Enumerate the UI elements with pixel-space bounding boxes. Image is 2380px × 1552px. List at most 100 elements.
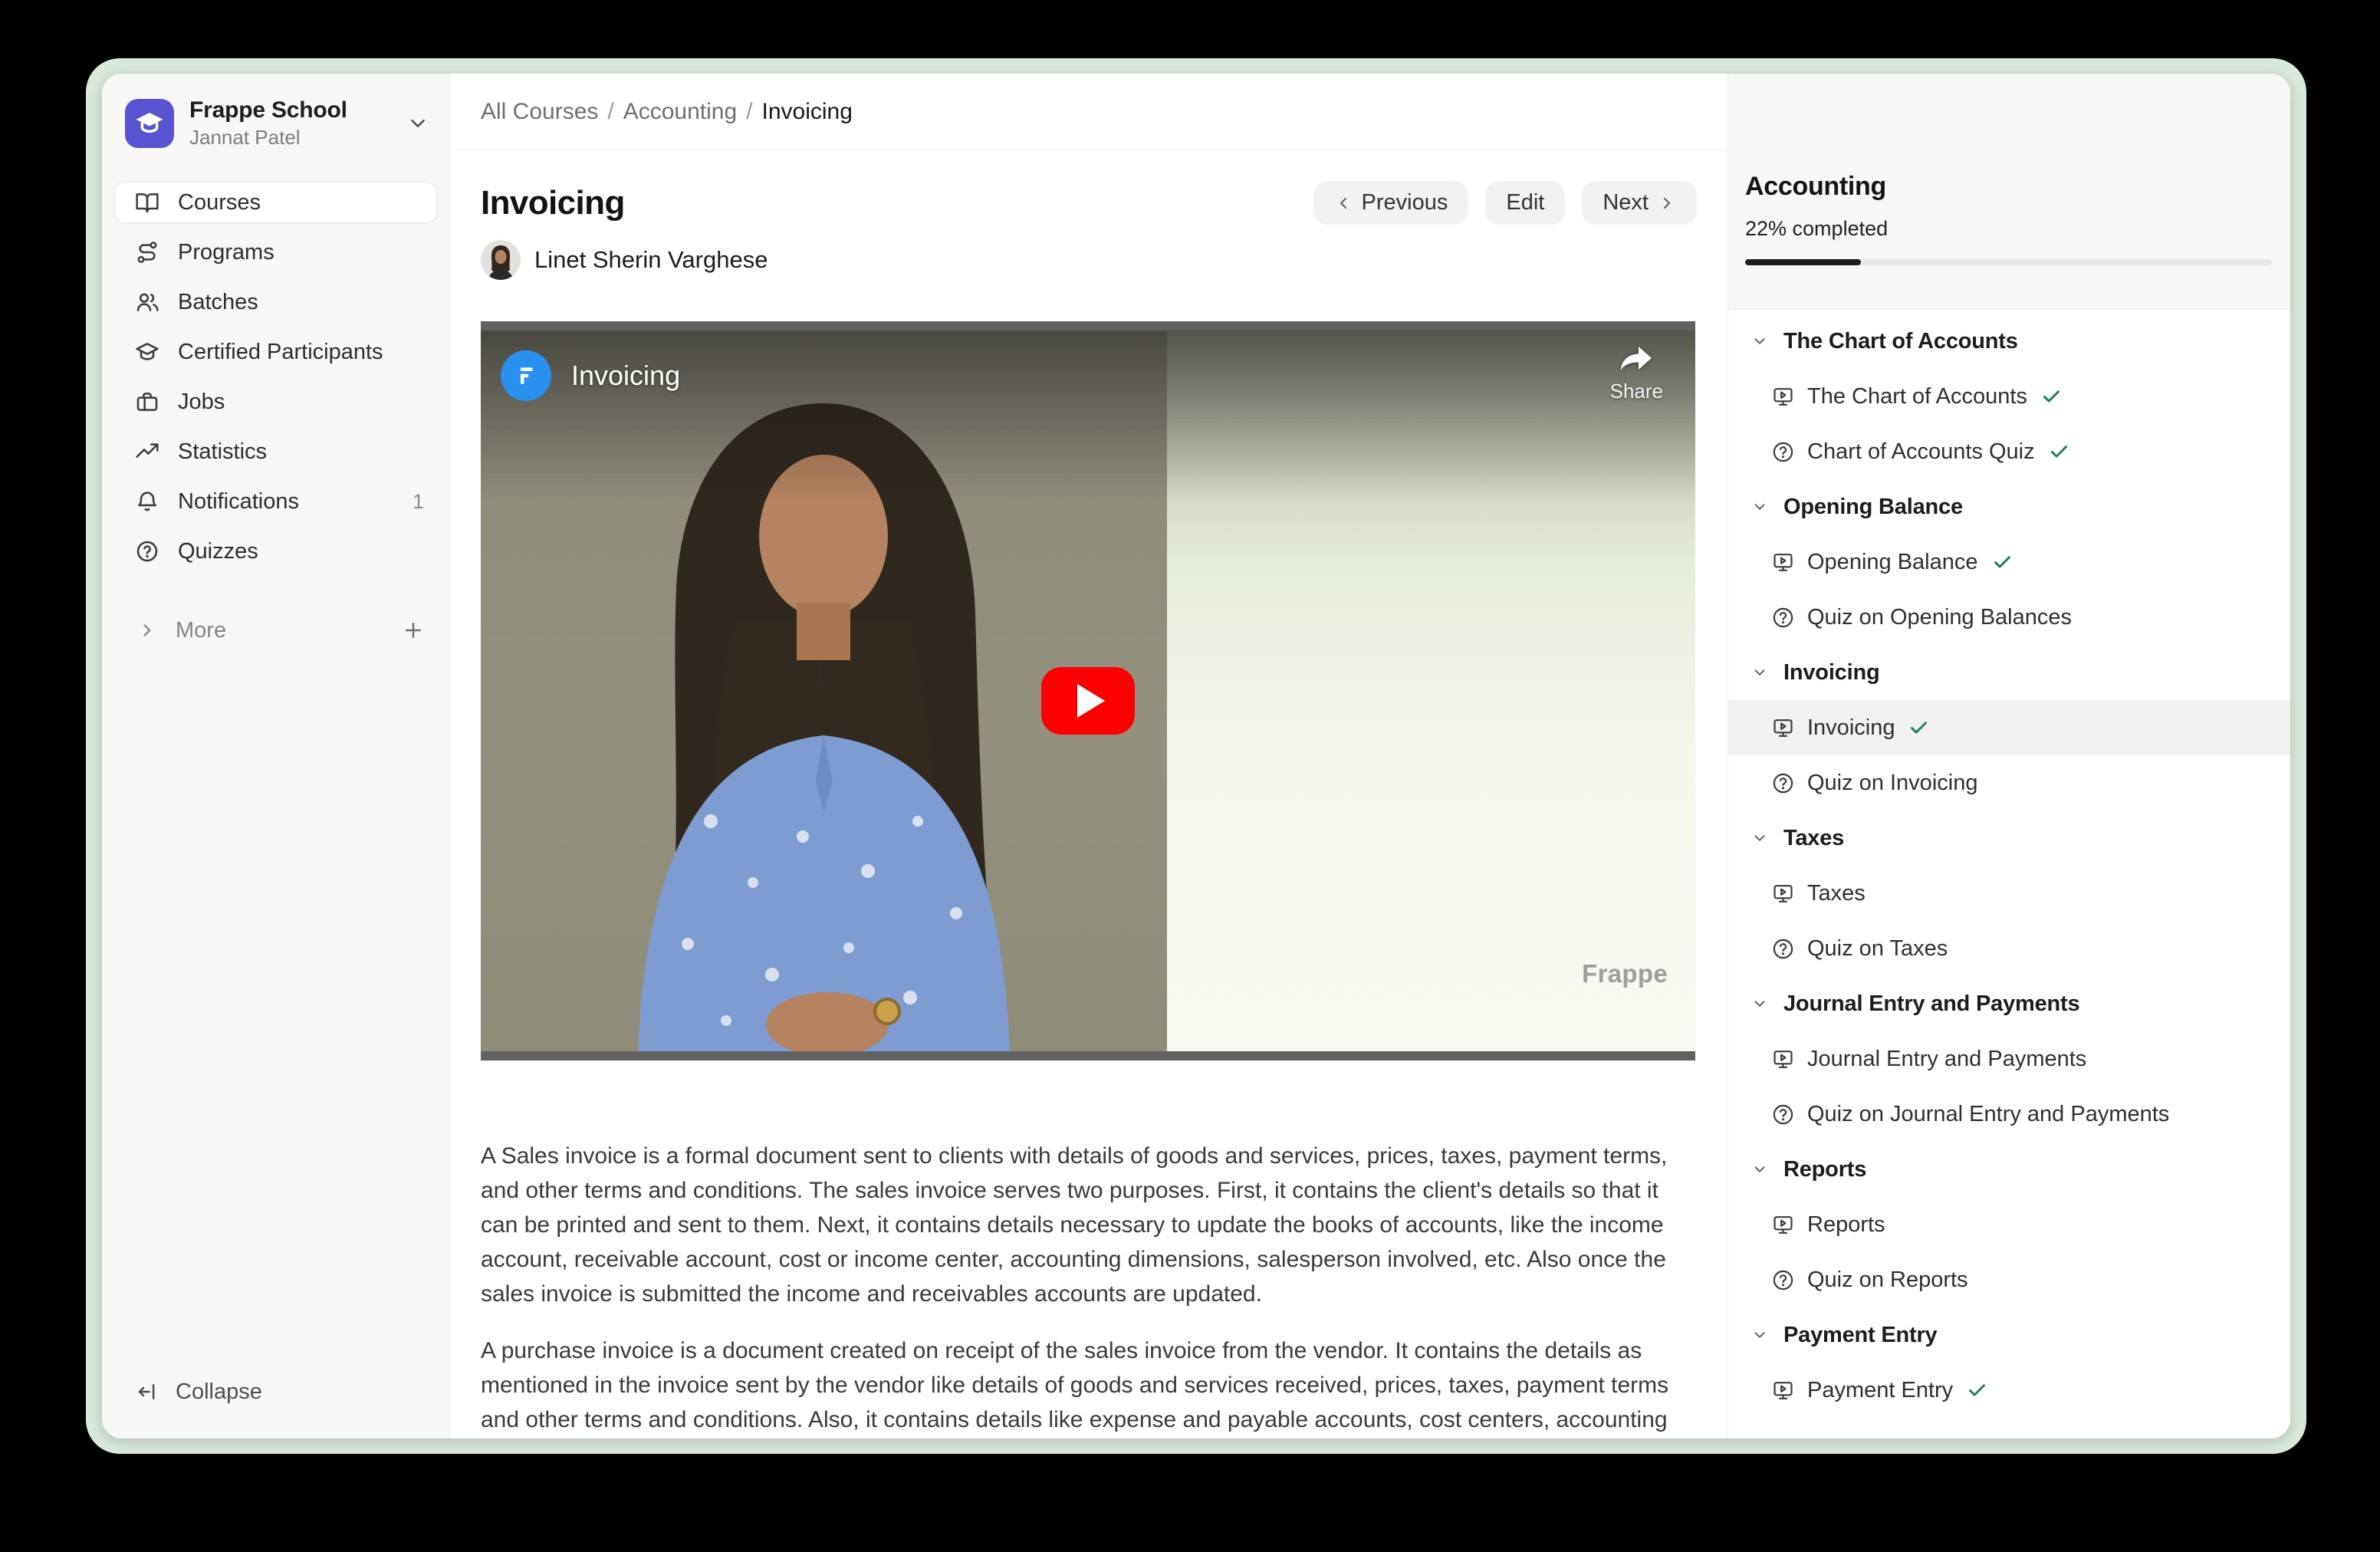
breadcrumb: All Courses / Accounting / Invoicing	[450, 74, 1727, 150]
outline-lesson-the-chart-of-accounts[interactable]: The Chart of Accounts	[1728, 369, 2290, 424]
outline-lesson-journal-entry-and-payments[interactable]: Journal Entry and Payments	[1728, 1031, 2290, 1087]
chevron-down-icon	[1751, 830, 1768, 847]
completed-check-icon	[2041, 386, 2062, 407]
next-button[interactable]: Next	[1582, 181, 1697, 225]
monitor-play-icon	[1771, 716, 1795, 740]
frappe-logo-icon[interactable]	[501, 350, 551, 401]
edit-button[interactable]: Edit	[1485, 181, 1565, 225]
sidebar-item-courses[interactable]: Courses	[114, 182, 437, 223]
help-circle-icon	[1771, 771, 1795, 795]
breadcrumb-link-accounting[interactable]: Accounting	[623, 99, 737, 125]
help-circle-icon	[1771, 937, 1795, 961]
page-title: Invoicing	[481, 183, 625, 223]
sidebar-item-label: Batches	[178, 290, 258, 315]
chevron-right-icon	[1658, 194, 1676, 212]
sidebar-item-quizzes[interactable]: Quizzes	[114, 531, 437, 572]
outline-section-payment-entry[interactable]: Payment Entry	[1728, 1307, 2290, 1363]
course-outline-list: The Chart of AccountsThe Chart of Accoun…	[1728, 310, 2290, 1439]
graduation-cap-icon	[133, 107, 166, 140]
notification-count-badge: 1	[413, 490, 424, 514]
outline-quiz-quiz-on-reports[interactable]: Quiz on Reports	[1728, 1252, 2290, 1307]
outline-lesson-payment-entry[interactable]: Payment Entry	[1728, 1363, 2290, 1418]
outline-section-reports[interactable]: Reports	[1728, 1142, 2290, 1197]
outline-section-journal-entry-and-payments[interactable]: Journal Entry and Payments	[1728, 976, 2290, 1031]
previous-label: Previous	[1362, 190, 1448, 215]
briefcase-icon	[135, 390, 159, 414]
chevron-down-icon	[1751, 995, 1768, 1012]
plus-icon[interactable]	[402, 619, 425, 642]
outline-section-title: Journal Entry and Payments	[1783, 991, 2079, 1017]
outline-section-the-chart-of-accounts[interactable]: The Chart of Accounts	[1728, 314, 2290, 369]
outline-item-label: Quiz on Reports	[1807, 1268, 1968, 1293]
sidebar-item-label: Certified Participants	[178, 340, 383, 365]
outline-quiz-quiz-on-journal-entry-and-payments[interactable]: Quiz on Journal Entry and Payments	[1728, 1087, 2290, 1142]
graduation-cap-icon	[135, 340, 159, 364]
author-name: Linet Sherin Varghese	[534, 246, 768, 274]
progress-bar	[1745, 259, 2272, 265]
outline-lesson-taxes[interactable]: Taxes	[1728, 866, 2290, 921]
collapse-sidebar-button[interactable]: Collapse	[114, 1371, 437, 1412]
sidebar-item-jobs[interactable]: Jobs	[114, 381, 437, 423]
play-button[interactable]	[1041, 667, 1135, 735]
chevron-down-icon	[1751, 1161, 1768, 1178]
help-circle-icon	[1771, 1268, 1795, 1292]
workspace-switcher[interactable]: Frappe School Jannat Patel	[114, 97, 437, 150]
avatar	[481, 240, 521, 280]
sidebar: Frappe School Jannat Patel Courses Progra…	[102, 74, 450, 1439]
sidebar-item-batches[interactable]: Batches	[114, 281, 437, 323]
sidebar-item-notifications[interactable]: Notifications1	[114, 481, 437, 522]
screenshot-stage: Frappe School Jannat Patel Courses Progra…	[0, 0, 2380, 1552]
outline-section-taxes[interactable]: Taxes	[1728, 811, 2290, 866]
video-top-gradient	[481, 321, 1695, 501]
outline-section-title: Opening Balance	[1783, 495, 1963, 520]
monitor-play-icon	[1771, 1213, 1795, 1237]
workspace-logo	[125, 99, 174, 148]
sidebar-item-programs[interactable]: Programs	[114, 232, 437, 273]
lesson-body: A Sales invoice is a formal document sen…	[481, 1139, 1695, 1439]
progress-label: 22% completed	[1745, 217, 2272, 241]
monitor-play-icon	[1771, 882, 1795, 906]
completed-check-icon	[2049, 442, 2069, 462]
video-player[interactable]: Accounting Dimensions Frappe Invoicing	[481, 321, 1695, 1060]
sidebar-item-statistics[interactable]: Statistics	[114, 431, 437, 472]
workspace-title: Frappe School	[189, 97, 347, 124]
outline-quiz-quiz-on-opening-balances[interactable]: Quiz on Opening Balances	[1728, 590, 2290, 645]
outline-section-title: Payment Entry	[1783, 1323, 1937, 1348]
course-title: Accounting	[1745, 172, 2272, 202]
sidebar-spacer	[114, 651, 437, 1371]
share-arrow-icon	[1618, 344, 1655, 376]
sidebar-item-more[interactable]: More	[114, 610, 437, 651]
outline-quiz-quiz-on-invoicing[interactable]: Quiz on Invoicing	[1728, 755, 2290, 811]
breadcrumb-link-all-courses[interactable]: All Courses	[481, 99, 598, 125]
outline-lesson-invoicing[interactable]: Invoicing	[1728, 700, 2290, 755]
sidebar-item-label: Jobs	[178, 390, 225, 415]
monitor-play-icon	[1771, 1047, 1795, 1071]
workspace-titles: Frappe School Jannat Patel	[189, 97, 347, 150]
help-circle-icon	[1771, 606, 1795, 630]
help-circle-icon	[1771, 1103, 1795, 1126]
outline-lesson-opening-balance[interactable]: Opening Balance	[1728, 534, 2290, 590]
outline-section-opening-balance[interactable]: Opening Balance	[1728, 479, 2290, 534]
lesson-paragraph: A Sales invoice is a formal document sen…	[481, 1139, 1695, 1311]
main-column: All Courses / Accounting / Invoicing Inv…	[450, 74, 1727, 1439]
outline-quiz-quiz-on-taxes[interactable]: Quiz on Taxes	[1728, 921, 2290, 976]
route-icon	[135, 240, 159, 265]
edit-label: Edit	[1506, 190, 1544, 215]
completed-check-icon	[1967, 1380, 1987, 1401]
lesson-actions: Previous Edit Next	[1313, 181, 1697, 225]
previous-button[interactable]: Previous	[1313, 181, 1469, 225]
breadcrumb-current: Invoicing	[762, 99, 853, 125]
course-progress-header: Accounting 22% completed	[1728, 74, 2290, 310]
outline-quiz-chart-of-accounts-quiz[interactable]: Chart of Accounts Quiz	[1728, 424, 2290, 479]
outline-section-title: Reports	[1783, 1157, 1866, 1182]
outline-section-invoicing[interactable]: Invoicing	[1728, 645, 2290, 700]
outline-lesson-reports[interactable]: Reports	[1728, 1197, 2290, 1252]
sidebar-item-certified-participants[interactable]: Certified Participants	[114, 331, 437, 373]
book-open-icon	[135, 190, 159, 215]
lesson-paragraph: A purchase invoice is a document created…	[481, 1333, 1695, 1439]
sidebar-item-label: Statistics	[178, 439, 267, 465]
breadcrumb-separator: /	[607, 99, 613, 125]
share-button[interactable]: Share	[1610, 344, 1663, 403]
course-outline-panel: Accounting 22% completed The Chart of Ac…	[1727, 74, 2290, 1439]
outline-item-label: Payment Entry	[1807, 1378, 1953, 1403]
